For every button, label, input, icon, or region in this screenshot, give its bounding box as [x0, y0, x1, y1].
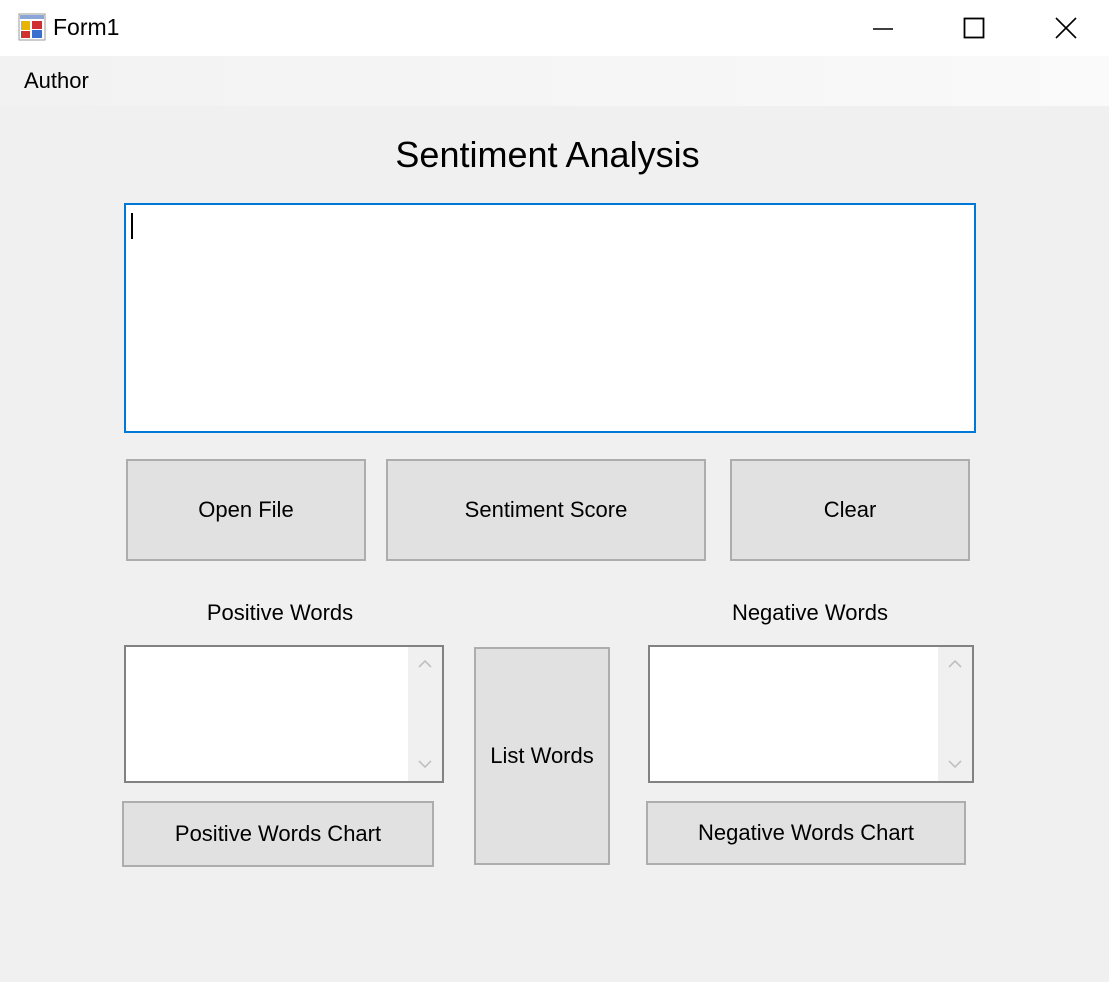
- minimize-button[interactable]: [837, 0, 929, 56]
- scroll-down-button[interactable]: [408, 747, 442, 781]
- negative-words-chart-button[interactable]: Negative Words Chart: [646, 801, 966, 865]
- sentiment-score-button[interactable]: Sentiment Score: [386, 459, 706, 561]
- positive-words-chart-button[interactable]: Positive Words Chart: [122, 801, 434, 867]
- list-words-button[interactable]: List Words: [474, 647, 610, 865]
- title-bar[interactable]: Form1: [0, 0, 1109, 56]
- close-icon: [1055, 17, 1077, 39]
- positive-words-label: Positive Words: [206, 600, 354, 625]
- maximize-button[interactable]: [928, 0, 1020, 56]
- menu-bar: Author: [0, 56, 1109, 106]
- text-input-area[interactable]: [124, 203, 976, 433]
- menu-item-author[interactable]: Author: [14, 64, 99, 98]
- maximize-icon: [963, 17, 985, 39]
- chevron-down-icon: [418, 760, 432, 769]
- text-caret: [131, 213, 133, 239]
- window-title: Form1: [53, 14, 120, 40]
- scroll-up-button[interactable]: [938, 647, 972, 681]
- clear-button[interactable]: Clear: [730, 459, 970, 561]
- positive-list-scrollbar[interactable]: [408, 647, 442, 781]
- form-window: Form1 Author Sentiment Analysis Open Fil…: [0, 0, 1109, 982]
- close-button[interactable]: [1020, 0, 1109, 56]
- chevron-down-icon: [948, 760, 962, 769]
- open-file-button[interactable]: Open File: [126, 459, 366, 561]
- negative-words-list[interactable]: [648, 645, 974, 783]
- app-form-icon: [18, 13, 46, 41]
- negative-list-scrollbar[interactable]: [938, 647, 972, 781]
- scroll-up-button[interactable]: [408, 647, 442, 681]
- scroll-down-button[interactable]: [938, 747, 972, 781]
- positive-words-list[interactable]: [124, 645, 444, 783]
- negative-words-label: Negative Words: [731, 600, 889, 625]
- chevron-up-icon: [948, 659, 962, 668]
- chevron-up-icon: [418, 659, 432, 668]
- page-title: Sentiment Analysis: [395, 134, 700, 175]
- minimize-icon: [873, 28, 893, 30]
